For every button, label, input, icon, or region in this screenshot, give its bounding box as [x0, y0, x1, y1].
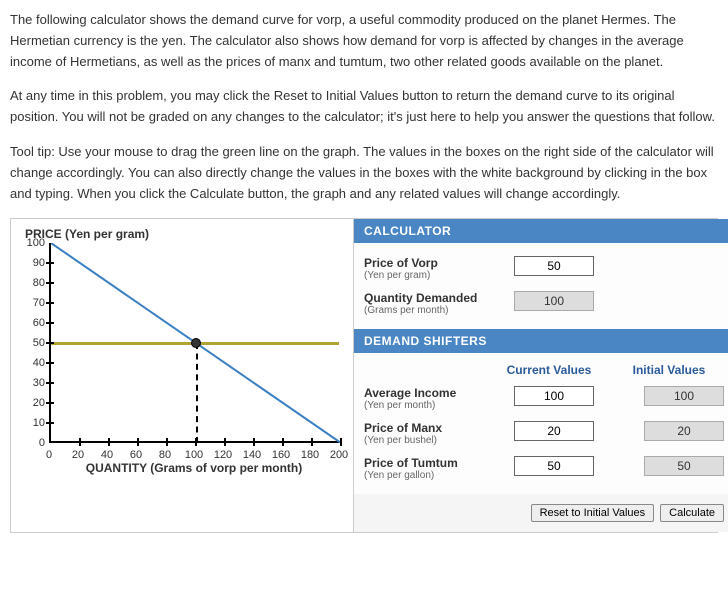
quantity-label: Quantity Demanded	[364, 291, 504, 305]
shifter-sublabel: (Yen per bushel)	[364, 435, 504, 446]
calculate-button[interactable]: Calculate	[660, 504, 724, 522]
button-row: Reset to Initial Values Calculate	[354, 494, 728, 532]
y-tick: 70	[21, 297, 45, 309]
x-tick: 140	[243, 449, 261, 461]
y-tick: 0	[21, 437, 45, 449]
shifter-label: Price of Manx	[364, 421, 504, 435]
x-tick: 60	[130, 449, 142, 461]
quantity-value: 100	[514, 291, 594, 311]
shifter-label: Average Income	[364, 386, 504, 400]
chart[interactable]: 1009080706050403020100 02040608010012014…	[17, 243, 347, 473]
shifter-label: Price of Tumtum	[364, 456, 504, 470]
shifter-current-input[interactable]	[514, 456, 594, 476]
shifter-initial-value: 50	[644, 456, 724, 476]
current-header: Current Values	[504, 363, 594, 377]
intro-p2: At any time in this problem, you may cli…	[10, 86, 718, 128]
x-tick: 180	[301, 449, 319, 461]
x-tick: 100	[185, 449, 203, 461]
y-tick: 40	[21, 357, 45, 369]
graph-panel: PRICE (Yen per gram) 1009080706050403020…	[11, 219, 354, 532]
shifter-row: Price of Manx(Yen per bushel) 20	[364, 416, 724, 451]
y-axis: 1009080706050403020100	[17, 243, 45, 443]
shifter-sublabel: (Yen per month)	[364, 400, 504, 411]
y-tick: 10	[21, 417, 45, 429]
quantity-guide	[196, 343, 198, 443]
x-axis-title: QUANTITY (Grams of vorp per month)	[49, 461, 339, 475]
intro-p1: The following calculator shows the deman…	[10, 10, 718, 72]
initial-header: Initial Values	[624, 363, 714, 377]
x-tick: 160	[272, 449, 290, 461]
y-tick: 100	[21, 237, 45, 249]
shifter-current-input[interactable]	[514, 421, 594, 441]
x-axis: 020406080100120140160180200	[49, 443, 339, 461]
shifter-sublabel: (Yen per gallon)	[364, 470, 504, 481]
y-tick: 50	[21, 337, 45, 349]
shifters-header: DEMAND SHIFTERS	[354, 329, 728, 353]
column-headers: Current Values Initial Values	[364, 361, 724, 381]
equilibrium-point[interactable]	[191, 338, 201, 348]
y-tick: 80	[21, 277, 45, 289]
calculator-container: PRICE (Yen per gram) 1009080706050403020…	[10, 218, 718, 533]
y-tick: 30	[21, 377, 45, 389]
x-tick: 80	[159, 449, 171, 461]
plot-area[interactable]	[49, 243, 339, 443]
side-panel: CALCULATOR Price of Vorp (Yen per gram) …	[354, 219, 728, 532]
quantity-sublabel: (Grams per month)	[364, 305, 504, 316]
intro-text: The following calculator shows the deman…	[10, 10, 718, 204]
shifter-initial-value: 20	[644, 421, 724, 441]
shifter-current-input[interactable]	[514, 386, 594, 406]
intro-p3: Tool tip: Use your mouse to drag the gre…	[10, 142, 718, 204]
y-tick: 20	[21, 397, 45, 409]
shifter-initial-value: 100	[644, 386, 724, 406]
quantity-row: Quantity Demanded (Grams per month) 100	[364, 286, 724, 321]
x-tick: 20	[72, 449, 84, 461]
price-label: Price of Vorp	[364, 256, 504, 270]
price-row: Price of Vorp (Yen per gram)	[364, 251, 724, 286]
y-tick: 60	[21, 317, 45, 329]
calculator-body: Price of Vorp (Yen per gram) Quantity De…	[354, 243, 728, 329]
x-tick: 200	[330, 449, 348, 461]
reset-button[interactable]: Reset to Initial Values	[531, 504, 655, 522]
shifter-row: Average Income(Yen per month) 100	[364, 381, 724, 416]
price-input[interactable]	[514, 256, 594, 276]
price-sublabel: (Yen per gram)	[364, 270, 504, 281]
x-tick: 40	[101, 449, 113, 461]
x-tick: 0	[46, 449, 52, 461]
shifter-row: Price of Tumtum(Yen per gallon) 50	[364, 451, 724, 486]
shifters-body: Current Values Initial Values Average In…	[354, 353, 728, 494]
x-tick: 120	[214, 449, 232, 461]
y-tick: 90	[21, 257, 45, 269]
y-axis-title: PRICE (Yen per gram)	[25, 227, 347, 241]
calculator-header: CALCULATOR	[354, 219, 728, 243]
